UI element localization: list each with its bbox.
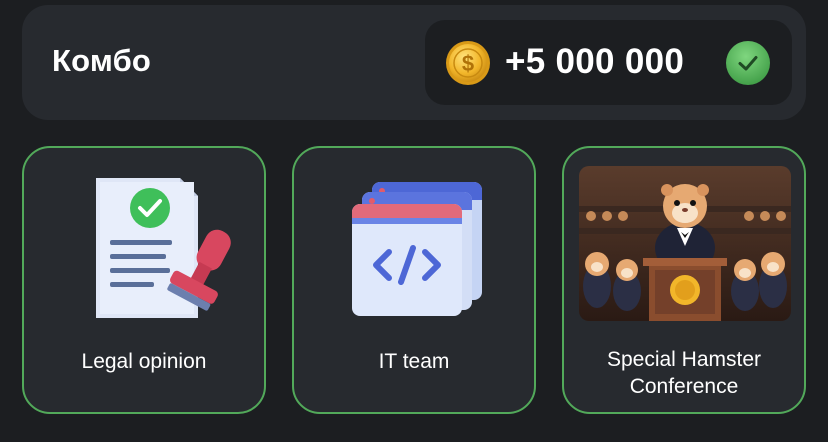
daily-combo-screen: Комбо $ +5 000 000 Legal opinion IT team… bbox=[0, 0, 828, 442]
svg-text:$: $ bbox=[462, 51, 474, 76]
card-label: IT team bbox=[378, 350, 450, 373]
combo-card-it-team[interactable]: IT team bbox=[292, 146, 536, 414]
card-label-line-1: Special Hamster bbox=[606, 348, 762, 371]
coin-icon: $ bbox=[446, 41, 490, 85]
checkmark-icon bbox=[726, 41, 770, 85]
combo-header: Комбо $ +5 000 000 bbox=[22, 5, 806, 120]
combo-card-special-hamster-conference[interactable]: Special Hamster Conference bbox=[562, 146, 806, 414]
hamster-conference-image bbox=[579, 166, 791, 321]
combo-card-legal-opinion[interactable]: Legal opinion bbox=[22, 146, 266, 414]
reward-amount: +5 000 000 bbox=[505, 42, 685, 81]
card-label: Legal opinion bbox=[81, 350, 207, 373]
combo-title: Комбо bbox=[52, 43, 152, 78]
legal-document-stamp-icon bbox=[96, 178, 231, 318]
combo-reward: $ +5 000 000 bbox=[425, 20, 792, 105]
card-label: Special Hamster Conference bbox=[570, 346, 798, 400]
card-label-line-2: Conference bbox=[629, 375, 739, 398]
code-windows-icon bbox=[352, 182, 482, 316]
